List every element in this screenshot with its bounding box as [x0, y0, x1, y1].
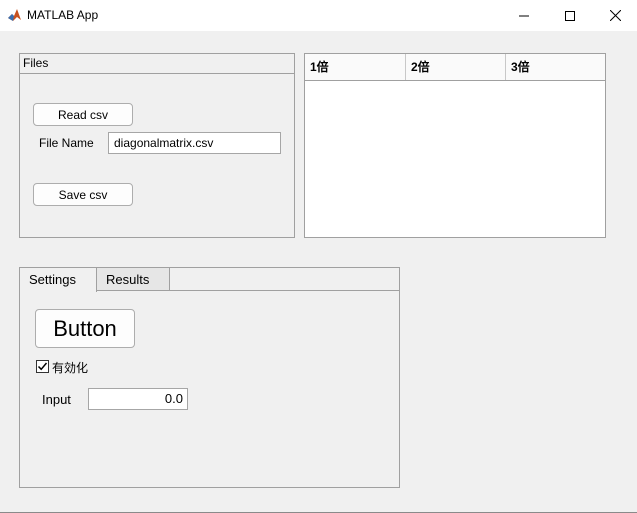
enable-checkbox[interactable]	[36, 360, 49, 373]
column-header-1x[interactable]: 1倍	[305, 54, 406, 80]
maximize-button[interactable]	[547, 0, 593, 31]
maximize-icon	[565, 10, 575, 21]
enable-checkbox-label: 有効化	[52, 361, 89, 375]
numeric-input[interactable]: 0.0	[88, 388, 188, 410]
files-panel: Files Read csv File Name diagonalmatrix.…	[19, 53, 295, 238]
tab-settings[interactable]: Settings	[19, 267, 97, 292]
tab-results[interactable]: Results	[96, 267, 170, 291]
checkmark-icon	[37, 362, 48, 371]
settings-tab-content: Button 有効化 Input 0.0	[19, 291, 400, 488]
close-button[interactable]	[592, 0, 637, 31]
save-csv-button[interactable]: Save csv	[33, 183, 133, 206]
app-window: MATLAB App Files Read csv File Name diag…	[0, 0, 637, 513]
table-header: 1倍 2倍 3倍	[305, 54, 605, 81]
tab-strip: Settings Results	[19, 267, 400, 292]
close-icon	[609, 10, 621, 21]
minimize-button[interactable]	[501, 0, 547, 31]
matlab-logo-icon	[7, 8, 22, 23]
files-panel-title: Files	[20, 54, 294, 74]
tab-strip-filler	[170, 267, 400, 291]
title-bar[interactable]: MATLAB App	[0, 0, 637, 31]
main-button[interactable]: Button	[35, 309, 135, 348]
file-name-label: File Name	[39, 136, 94, 150]
column-header-3x[interactable]: 3倍	[506, 54, 605, 80]
data-table[interactable]: 1倍 2倍 3倍	[304, 53, 606, 238]
read-csv-button[interactable]: Read csv	[33, 103, 133, 126]
tab-group: Settings Results Button 有効化 Input 0.0	[19, 267, 400, 488]
window-title: MATLAB App	[27, 8, 99, 22]
input-label: Input	[42, 392, 71, 407]
minimize-icon	[519, 15, 529, 16]
file-name-input[interactable]: diagonalmatrix.csv	[108, 132, 281, 154]
column-header-2x[interactable]: 2倍	[406, 54, 506, 80]
